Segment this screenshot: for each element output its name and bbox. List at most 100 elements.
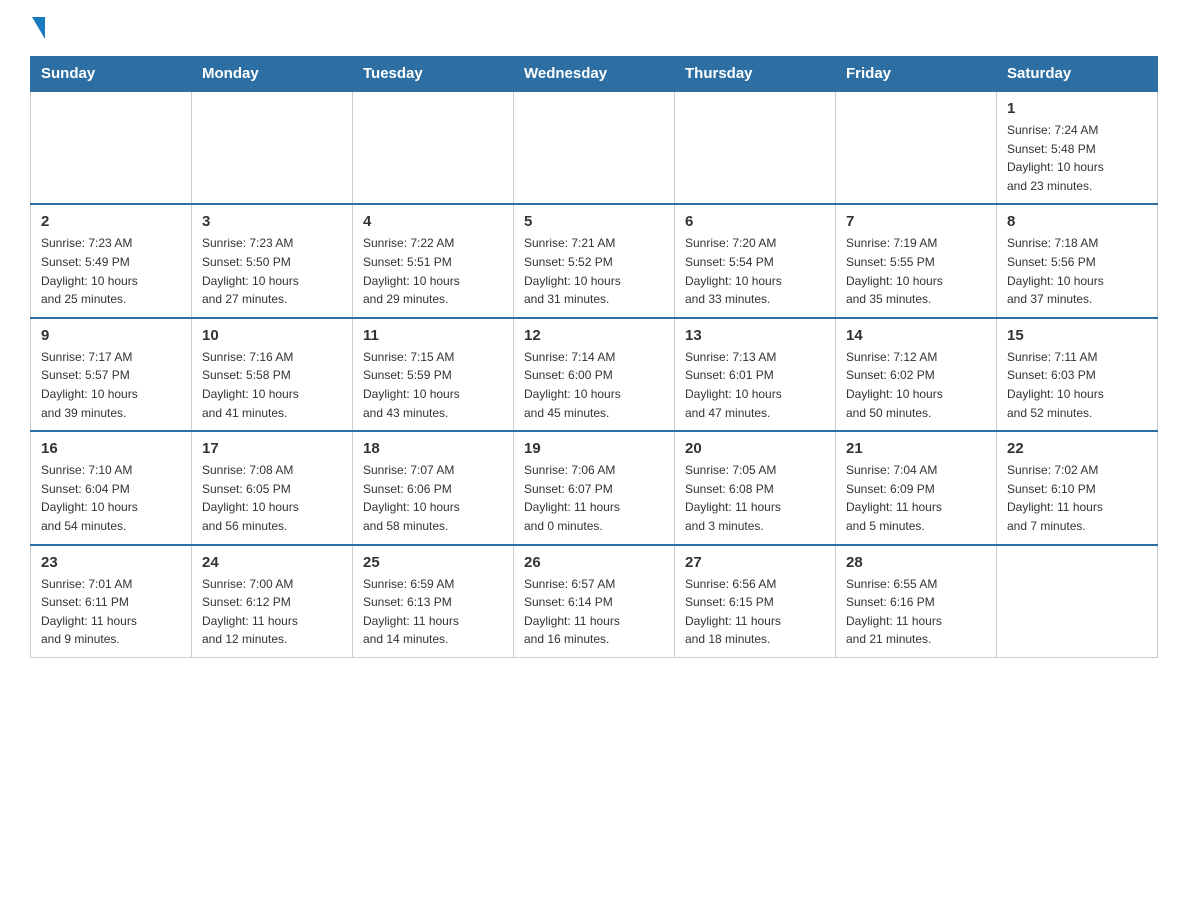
logo-triangle-icon (32, 17, 45, 39)
weekday-header-wednesday: Wednesday (514, 57, 675, 92)
calendar-week-row: 16 Sunrise: 7:10 AMSunset: 6:04 PMDayligh… (31, 431, 1158, 544)
calendar-cell (675, 91, 836, 204)
calendar-cell: 17Sunrise: 7:08 AMSunset: 6:05 PMDayligh… (192, 431, 353, 544)
day-info: Sunrise: 6:56 AMSunset: 6:15 PMDaylight:… (685, 575, 825, 649)
page-header (30, 20, 1158, 38)
day-number: 9 (41, 327, 181, 344)
day-info: Sunrise: 7:23 AMSunset: 5:50 PMDaylight:… (202, 234, 342, 308)
day-number: 19 (524, 440, 664, 457)
day-info: Sunrise: 7:05 AMSunset: 6:08 PMDaylight:… (685, 461, 825, 535)
day-info: Sunrise: 6:55 AMSunset: 6:16 PMDaylight:… (846, 575, 986, 649)
day-number: 14 (846, 327, 986, 344)
day-info: Sunrise: 6:59 AMSunset: 6:13 PMDaylight:… (363, 575, 503, 649)
day-info: Sunrise: 7:12 AMSunset: 6:02 PMDaylight:… (846, 348, 986, 422)
day-info: Sunrise: 6:57 AMSunset: 6:14 PMDaylight:… (524, 575, 664, 649)
calendar-week-row: 2 Sunrise: 7:23 AMSunset: 5:49 PMDaylight… (31, 204, 1158, 317)
weekday-header-monday: Monday (192, 57, 353, 92)
day-info: Sunrise: 7:04 AMSunset: 6:09 PMDaylight:… (846, 461, 986, 535)
day-number: 16 (41, 440, 181, 457)
day-number: 8 (1007, 213, 1147, 230)
calendar-cell (514, 91, 675, 204)
calendar-cell (836, 91, 997, 204)
day-info: Sunrise: 7:24 AMSunset: 5:48 PMDaylight:… (1007, 121, 1147, 195)
calendar-cell: 2 Sunrise: 7:23 AMSunset: 5:49 PMDaylight… (31, 204, 192, 317)
day-info: Sunrise: 7:15 AMSunset: 5:59 PMDaylight:… (363, 348, 503, 422)
day-number: 7 (846, 213, 986, 230)
day-number: 23 (41, 554, 181, 571)
calendar-header: SundayMondayTuesdayWednesdayThursdayFrid… (31, 57, 1158, 92)
calendar-cell: 25 Sunrise: 6:59 AMSunset: 6:13 PMDayligh… (353, 545, 514, 658)
calendar-week-row: 1 Sunrise: 7:24 AMSunset: 5:48 PMDaylight… (31, 91, 1158, 204)
calendar-body: 1 Sunrise: 7:24 AMSunset: 5:48 PMDaylight… (31, 91, 1158, 657)
logo (30, 20, 45, 38)
calendar-cell: 10 Sunrise: 7:16 AMSunset: 5:58 PMDayligh… (192, 318, 353, 431)
calendar-cell: 8 Sunrise: 7:18 AMSunset: 5:56 PMDaylight… (997, 204, 1158, 317)
day-info: Sunrise: 7:21 AMSunset: 5:52 PMDaylight:… (524, 234, 664, 308)
day-info: Sunrise: 7:01 AMSunset: 6:11 PMDaylight:… (41, 575, 181, 649)
calendar-cell (31, 91, 192, 204)
calendar-week-row: 9 Sunrise: 7:17 AMSunset: 5:57 PMDaylight… (31, 318, 1158, 431)
day-info: Sunrise: 7:14 AMSunset: 6:00 PMDaylight:… (524, 348, 664, 422)
calendar-cell: 5 Sunrise: 7:21 AMSunset: 5:52 PMDaylight… (514, 204, 675, 317)
day-info: Sunrise: 7:02 AMSunset: 6:10 PMDaylight:… (1007, 461, 1147, 535)
weekday-header-row: SundayMondayTuesdayWednesdayThursdayFrid… (31, 57, 1158, 92)
calendar-cell: 9 Sunrise: 7:17 AMSunset: 5:57 PMDaylight… (31, 318, 192, 431)
day-info: Sunrise: 7:23 AMSunset: 5:49 PMDaylight:… (41, 234, 181, 308)
calendar-cell: 12 Sunrise: 7:14 AMSunset: 6:00 PMDayligh… (514, 318, 675, 431)
day-info: Sunrise: 7:20 AMSunset: 5:54 PMDaylight:… (685, 234, 825, 308)
calendar-cell: 28 Sunrise: 6:55 AMSunset: 6:16 PMDayligh… (836, 545, 997, 658)
day-info: Sunrise: 7:17 AMSunset: 5:57 PMDaylight:… (41, 348, 181, 422)
day-info: Sunrise: 7:07 AMSunset: 6:06 PMDaylight:… (363, 461, 503, 535)
day-number: 24 (202, 554, 342, 571)
calendar-cell: 11 Sunrise: 7:15 AMSunset: 5:59 PMDayligh… (353, 318, 514, 431)
day-info: Sunrise: 7:18 AMSunset: 5:56 PMDaylight:… (1007, 234, 1147, 308)
calendar-cell: 1 Sunrise: 7:24 AMSunset: 5:48 PMDaylight… (997, 91, 1158, 204)
day-number: 18 (363, 440, 503, 457)
calendar-week-row: 23 Sunrise: 7:01 AMSunset: 6:11 PMDayligh… (31, 545, 1158, 658)
day-number: 1 (1007, 100, 1147, 117)
calendar-cell: 6 Sunrise: 7:20 AMSunset: 5:54 PMDaylight… (675, 204, 836, 317)
day-info: Sunrise: 7:06 AMSunset: 6:07 PMDaylight:… (524, 461, 664, 535)
day-number: 25 (363, 554, 503, 571)
calendar-cell: 14 Sunrise: 7:12 AMSunset: 6:02 PMDayligh… (836, 318, 997, 431)
day-number: 5 (524, 213, 664, 230)
day-info: Sunrise: 7:11 AMSunset: 6:03 PMDaylight:… (1007, 348, 1147, 422)
calendar-cell: 13Sunrise: 7:13 AMSunset: 6:01 PMDayligh… (675, 318, 836, 431)
calendar-cell: 24Sunrise: 7:00 AMSunset: 6:12 PMDayligh… (192, 545, 353, 658)
weekday-header-friday: Friday (836, 57, 997, 92)
calendar-cell: 16 Sunrise: 7:10 AMSunset: 6:04 PMDayligh… (31, 431, 192, 544)
weekday-header-saturday: Saturday (997, 57, 1158, 92)
weekday-header-sunday: Sunday (31, 57, 192, 92)
day-info: Sunrise: 7:22 AMSunset: 5:51 PMDaylight:… (363, 234, 503, 308)
calendar-cell: 19 Sunrise: 7:06 AMSunset: 6:07 PMDayligh… (514, 431, 675, 544)
calendar-cell (353, 91, 514, 204)
day-number: 2 (41, 213, 181, 230)
day-number: 27 (685, 554, 825, 571)
weekday-header-thursday: Thursday (675, 57, 836, 92)
day-number: 10 (202, 327, 342, 344)
day-number: 6 (685, 213, 825, 230)
day-info: Sunrise: 7:10 AMSunset: 6:04 PMDaylight:… (41, 461, 181, 535)
day-info: Sunrise: 7:08 AMSunset: 6:05 PMDaylight:… (202, 461, 342, 535)
day-number: 28 (846, 554, 986, 571)
calendar-table: SundayMondayTuesdayWednesdayThursdayFrid… (30, 56, 1158, 658)
calendar-cell: 27 Sunrise: 6:56 AMSunset: 6:15 PMDayligh… (675, 545, 836, 658)
calendar-cell: 26 Sunrise: 6:57 AMSunset: 6:14 PMDayligh… (514, 545, 675, 658)
calendar-cell: 4 Sunrise: 7:22 AMSunset: 5:51 PMDaylight… (353, 204, 514, 317)
day-number: 21 (846, 440, 986, 457)
day-number: 15 (1007, 327, 1147, 344)
day-info: Sunrise: 7:16 AMSunset: 5:58 PMDaylight:… (202, 348, 342, 422)
calendar-cell: 22 Sunrise: 7:02 AMSunset: 6:10 PMDayligh… (997, 431, 1158, 544)
calendar-cell: 3Sunrise: 7:23 AMSunset: 5:50 PMDaylight… (192, 204, 353, 317)
day-number: 11 (363, 327, 503, 344)
day-info: Sunrise: 7:19 AMSunset: 5:55 PMDaylight:… (846, 234, 986, 308)
calendar-cell: 20Sunrise: 7:05 AMSunset: 6:08 PMDayligh… (675, 431, 836, 544)
day-number: 26 (524, 554, 664, 571)
day-number: 13 (685, 327, 825, 344)
weekday-header-tuesday: Tuesday (353, 57, 514, 92)
calendar-cell: 18 Sunrise: 7:07 AMSunset: 6:06 PMDayligh… (353, 431, 514, 544)
calendar-cell: 23 Sunrise: 7:01 AMSunset: 6:11 PMDayligh… (31, 545, 192, 658)
day-number: 12 (524, 327, 664, 344)
day-number: 22 (1007, 440, 1147, 457)
day-number: 4 (363, 213, 503, 230)
